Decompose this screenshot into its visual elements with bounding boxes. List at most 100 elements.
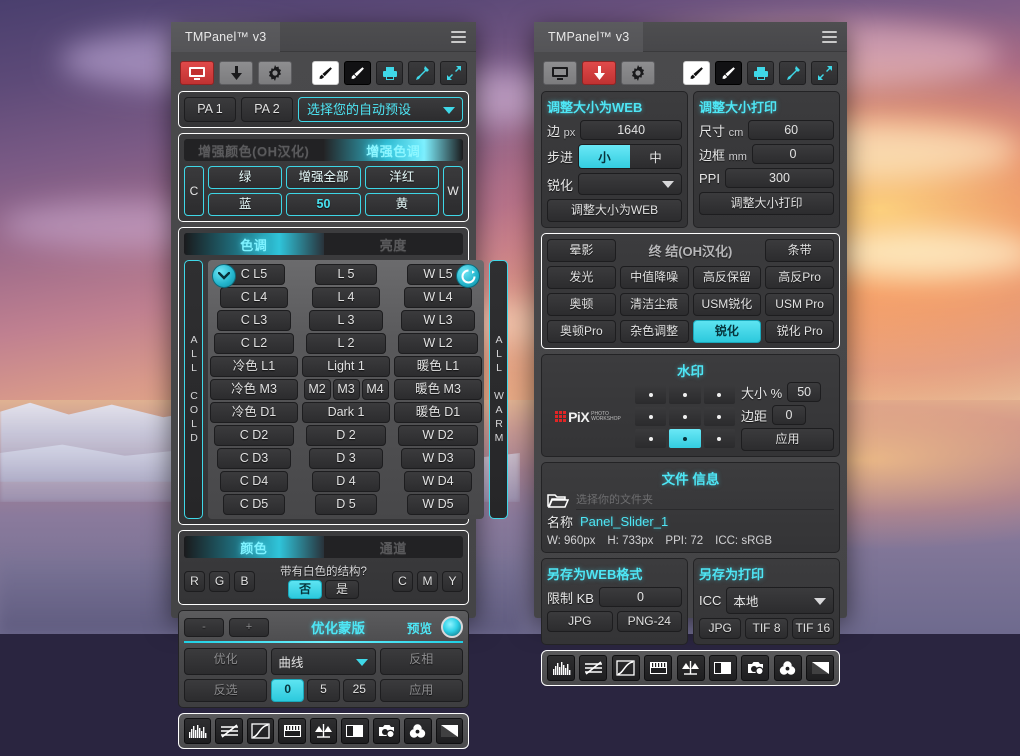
all-warm-label[interactable]: ALL WARM <box>489 260 508 519</box>
tone-button[interactable]: W L2 <box>398 333 478 354</box>
curves-icon[interactable] <box>611 655 640 681</box>
channel-c-button[interactable]: C <box>392 570 413 592</box>
tone-button[interactable]: C D3 <box>217 448 291 469</box>
effect-high-pass-pro-button[interactable]: 高反Pro <box>765 266 834 289</box>
curves-icon[interactable] <box>246 718 275 744</box>
wm-pos-mid-center[interactable] <box>669 407 701 426</box>
tone-button[interactable]: D 5 <box>315 494 377 515</box>
feather-25-button[interactable]: 25 <box>342 679 376 702</box>
tone-button[interactable]: L 5 <box>315 264 377 285</box>
deselect-button[interactable]: 反选 <box>184 679 268 702</box>
tab-enhance-tone[interactable]: 增强色调 <box>323 139 463 161</box>
tone-button-m2[interactable]: M2 <box>303 379 331 400</box>
ppi-value-input[interactable]: 300 <box>724 168 834 188</box>
enhance-amount-value[interactable]: 50 <box>286 193 361 216</box>
feather-5-button[interactable]: 5 <box>307 679 340 702</box>
cool-side-button[interactable]: C <box>184 166 204 216</box>
gradient-map-icon[interactable] <box>806 655 834 681</box>
eyedropper-icon[interactable] <box>408 61 435 85</box>
step-medium-option[interactable]: 中 <box>630 145 682 168</box>
chevron-down-icon[interactable] <box>212 264 236 288</box>
levels-icon[interactable] <box>579 655 608 681</box>
effect-dust-clean-button[interactable]: 清洁尘痕 <box>619 293 689 316</box>
preview-toggle-led[interactable] <box>441 616 463 638</box>
gear-icon[interactable] <box>621 61 655 85</box>
levels-icon[interactable] <box>215 718 243 744</box>
tone-button[interactable]: D 2 <box>306 425 386 446</box>
tone-button[interactable]: 暖色 L1 <box>394 356 482 377</box>
tone-button[interactable]: 暖色 D1 <box>394 402 482 423</box>
printer-icon[interactable] <box>376 61 403 85</box>
channel-mixer-icon[interactable] <box>404 718 432 744</box>
tone-button[interactable]: W L3 <box>401 310 475 331</box>
wm-pos-bottom-left[interactable] <box>635 429 667 448</box>
save-png24-button[interactable]: PNG-24 <box>616 611 682 632</box>
tone-button[interactable]: L 2 <box>306 333 386 354</box>
histogram-icon[interactable] <box>547 655 575 681</box>
save-print-jpg-button[interactable]: JPG <box>699 618 742 639</box>
channel-y-button[interactable]: Y <box>442 570 463 592</box>
exposure-icon[interactable] <box>644 655 673 681</box>
channel-r-button[interactable]: R <box>184 570 205 592</box>
enhance-yellow-button[interactable]: 黄 <box>364 193 439 216</box>
channel-b-button[interactable]: B <box>234 570 255 592</box>
step-small-option[interactable]: 小 <box>579 145 631 168</box>
size-value-input[interactable]: 60 <box>748 120 834 140</box>
tone-button[interactable]: Light 1 <box>302 356 390 377</box>
histogram-icon[interactable] <box>184 718 212 744</box>
all-cold-label[interactable]: ALL COLD <box>184 260 203 519</box>
folder-path-field[interactable]: 选择你的文件夹 <box>576 491 834 510</box>
feather-0-button[interactable]: 0 <box>271 679 305 702</box>
tab-tone[interactable]: 色调 <box>184 233 324 255</box>
optimize-button[interactable]: 优化 <box>184 648 268 675</box>
enhance-magenta-button[interactable]: 洋红 <box>364 166 439 189</box>
photo-filter-icon[interactable] <box>372 718 401 744</box>
wm-pos-top-left[interactable] <box>635 385 667 404</box>
black-white-icon[interactable] <box>341 718 369 744</box>
watermark-size-input[interactable]: 50 <box>787 382 822 402</box>
resize-web-action-button[interactable]: 调整大小为WEB <box>547 199 682 222</box>
effect-median-noise-button[interactable]: 中值降噪 <box>619 266 689 289</box>
tab-channel[interactable]: 通道 <box>324 536 464 558</box>
wm-pos-mid-left[interactable] <box>635 407 667 426</box>
curve-dropdown[interactable]: 曲线 <box>271 648 376 675</box>
tone-button[interactable]: W D4 <box>404 471 472 492</box>
tone-button-m4[interactable]: M4 <box>361 379 389 400</box>
effect-vignette-button[interactable]: 晕影 <box>547 239 616 262</box>
tone-button[interactable]: C D2 <box>214 425 294 446</box>
tab-enhance-color[interactable]: 增强颜色(OH汉化) <box>184 139 324 161</box>
tone-button-m3[interactable]: M3 <box>332 379 360 400</box>
effect-orton-pro-button[interactable]: 奥顿Pro <box>547 320 616 343</box>
menu-icon[interactable] <box>451 31 466 43</box>
tone-button[interactable]: C L3 <box>217 310 291 331</box>
warm-side-button[interactable]: W <box>443 166 463 216</box>
apply-button[interactable]: 应用 <box>379 679 463 702</box>
side-value-input[interactable]: 1640 <box>580 120 682 140</box>
tone-button[interactable]: L 3 <box>309 310 383 331</box>
menu-icon[interactable] <box>822 31 837 43</box>
tone-button[interactable]: Dark 1 <box>302 402 390 423</box>
resize-print-action-button[interactable]: 调整大小打印 <box>699 192 834 215</box>
tone-button[interactable]: 冷色 D1 <box>210 402 298 423</box>
watermark-apply-button[interactable]: 应用 <box>741 428 834 451</box>
border-value-input[interactable]: 0 <box>751 144 834 164</box>
effect-glow-button[interactable]: 发光 <box>547 266 616 289</box>
exposure-icon[interactable] <box>278 718 306 744</box>
tone-button[interactable]: W L4 <box>404 287 472 308</box>
enhance-blue-button[interactable]: 蓝 <box>208 193 283 216</box>
tone-button[interactable]: 冷色 L1 <box>210 356 298 377</box>
effect-usm-pro-button[interactable]: USM Pro <box>765 293 834 316</box>
channel-mixer-icon[interactable] <box>773 655 802 681</box>
monitor-icon[interactable] <box>543 61 577 85</box>
tab-luminosity[interactable]: 亮度 <box>324 233 464 255</box>
effect-noise-adjust-button[interactable]: 杂色调整 <box>619 320 689 343</box>
icc-dropdown[interactable]: 本地 <box>726 587 834 614</box>
expand-icon[interactable] <box>440 61 467 85</box>
tone-button[interactable]: W D5 <box>407 494 469 515</box>
reset-icon[interactable] <box>456 264 480 288</box>
limit-kb-input[interactable]: 0 <box>598 587 682 607</box>
wm-pos-bottom-right[interactable] <box>703 429 735 448</box>
effect-banding-button[interactable]: 条带 <box>765 239 834 262</box>
tone-button[interactable]: W D2 <box>398 425 478 446</box>
photo-filter-icon[interactable] <box>741 655 770 681</box>
